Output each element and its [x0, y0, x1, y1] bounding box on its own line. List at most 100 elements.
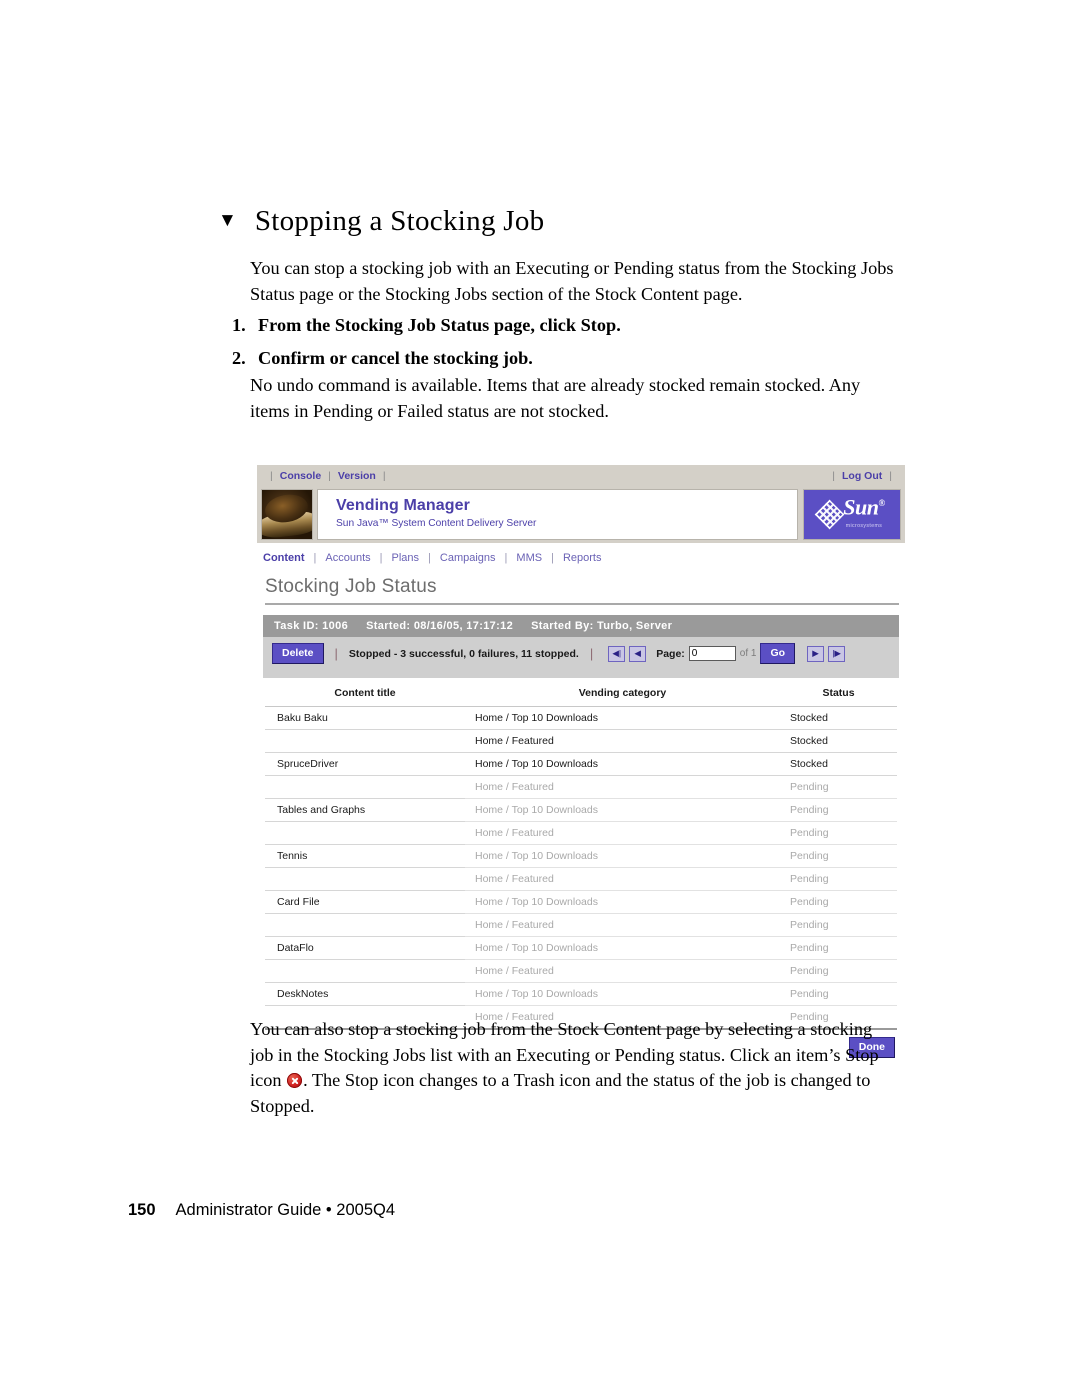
task-started-by: Started By: Turbo, Server — [531, 620, 673, 632]
cell-vending-category: Home / Top 10 Downloads — [465, 890, 780, 914]
table-row[interactable]: Home / Featured Stocked — [265, 729, 897, 753]
delete-button[interactable]: Delete — [272, 643, 324, 664]
table-row[interactable]: Card File Home / Top 10 Downloads Pending — [265, 890, 897, 914]
cell-content-title: Tables and Graphs — [265, 798, 465, 822]
page-footer: 150 Administrator Guide • 2005Q4 — [128, 1201, 395, 1220]
table-row[interactable]: Home / Featured Pending — [265, 913, 897, 937]
cell-vending-category: Home / Top 10 Downloads — [465, 844, 780, 868]
nav-divider-3: | — [428, 551, 431, 564]
cell-status: Pending — [780, 982, 897, 1006]
cell-content-title — [265, 867, 465, 891]
stop-icon — [287, 1073, 303, 1088]
task-started: Started: 08/16/05, 17:17:12 — [366, 620, 514, 632]
version-link[interactable]: Version — [338, 470, 376, 482]
cell-content-title — [265, 729, 465, 753]
nav-item-campaigns[interactable]: Campaigns — [440, 552, 496, 564]
table-row[interactable]: DeskNotes Home / Top 10 Downloads Pending — [265, 982, 897, 1006]
step-2: 2. Confirm or cancel the stocking job. — [232, 346, 902, 371]
stocking-results-table: Content title Vending category Status Ba… — [265, 680, 897, 1030]
table-row[interactable]: Baku Baku Home / Top 10 Downloads Stocked — [265, 706, 897, 730]
step-1-number: 1. — [232, 315, 246, 335]
task-id-label: Task ID: 1006 — [274, 620, 349, 632]
first-page-icon: ◀| — [612, 648, 622, 659]
nav-item-mms[interactable]: MMS — [516, 552, 542, 564]
cell-vending-category: Home / Featured — [465, 913, 780, 937]
nav-item-plans[interactable]: Plans — [392, 552, 420, 564]
table-row[interactable]: Tennis Home / Top 10 Downloads Pending — [265, 844, 897, 868]
nav-divider-4: | — [504, 551, 508, 564]
table-header-row: Content title Vending category Status — [265, 680, 897, 707]
utility-divider-3: | — [832, 470, 836, 482]
sun-logo: Sun® microsystems — [803, 489, 901, 540]
cell-content-title: Card File — [265, 890, 465, 914]
cell-status: Pending — [780, 821, 897, 845]
pagination-controls: ◀| ◀ Page: of 1 Go ▶ |▶ — [608, 643, 846, 664]
results-table-wrapper: Content title Vending category Status Ba… — [265, 678, 897, 1030]
footer-text: Administrator Guide • 2005Q4 — [175, 1201, 396, 1219]
task-panel: Task ID: 1006 Started: 08/16/05, 17:17:1… — [263, 615, 899, 678]
utility-bar: | Console | Version | | Log Out | — [257, 465, 905, 487]
page-number-input[interactable] — [688, 646, 736, 661]
cell-status: Stocked — [780, 752, 897, 776]
cell-vending-category: Home / Featured — [465, 729, 780, 753]
toolbar-divider-1: | — [334, 646, 338, 661]
cell-status: Pending — [780, 867, 897, 891]
step-1: 1. From the Stocking Job Status page, cl… — [232, 313, 902, 338]
vending-photo-image — [261, 489, 313, 540]
nav-item-accounts[interactable]: Accounts — [325, 552, 370, 564]
column-header-content-title: Content title — [265, 680, 465, 707]
page-title: Stopping a Stocking Job — [254, 205, 545, 237]
cell-status: Pending — [780, 936, 897, 960]
nav-item-reports[interactable]: Reports — [563, 552, 602, 564]
step-2-text: Confirm or cancel the stocking job. — [258, 348, 533, 368]
footer-page-number: 150 — [128, 1201, 156, 1219]
table-row[interactable]: DataFlo Home / Top 10 Downloads Pending — [265, 936, 897, 960]
cell-status: Pending — [780, 959, 897, 983]
cell-vending-category: Home / Featured — [465, 959, 780, 983]
table-body: Baku Baku Home / Top 10 Downloads Stocked H… — [265, 706, 897, 1030]
console-link[interactable]: Console — [280, 470, 321, 482]
sun-diamond-icon — [814, 499, 845, 530]
step-1-text: From the Stocking Job Status page, click… — [258, 315, 621, 335]
previous-page-button[interactable]: ◀ — [629, 645, 647, 662]
toolbar-divider-2: | — [589, 646, 594, 661]
document-page: ▼ Stopping a Stocking Job You can stop a… — [0, 0, 1080, 1397]
cell-status: Pending — [780, 844, 897, 868]
cell-vending-category: Home / Top 10 Downloads — [465, 936, 780, 960]
app-banner: Vending Manager Sun Java™ System Content… — [257, 487, 905, 543]
first-page-button[interactable]: ◀| — [608, 645, 626, 662]
cell-content-title: Tennis — [265, 844, 465, 868]
nav-item-content[interactable]: Content — [263, 552, 305, 564]
cell-content-title: SpruceDriver — [265, 752, 465, 776]
column-header-vending-category: Vending category — [465, 680, 780, 707]
table-row[interactable]: SpruceDriver Home / Top 10 Downloads Stock… — [265, 752, 897, 776]
table-row[interactable]: Tables and Graphs Home / Top 10 Downloads… — [265, 798, 897, 822]
cell-vending-category: Home / Top 10 Downloads — [465, 982, 780, 1006]
table-row[interactable]: Home / Featured Pending — [265, 867, 897, 891]
cell-status: Pending — [780, 775, 897, 799]
nav-divider-2: | — [379, 551, 383, 564]
cell-content-title — [265, 775, 465, 799]
closing-paragraph: You can also stop a stocking job from th… — [250, 1017, 900, 1119]
last-page-button[interactable]: |▶ — [828, 645, 846, 662]
next-page-button[interactable]: ▶ — [807, 645, 825, 662]
sun-wordmark: Sun® microsystems — [843, 493, 885, 536]
log-out-link[interactable]: Log Out — [842, 470, 882, 482]
cell-content-title: DeskNotes — [265, 982, 465, 1006]
cell-vending-category: Home / Featured — [465, 775, 780, 799]
previous-page-icon: ◀ — [634, 648, 641, 659]
nav-divider-5: | — [551, 551, 554, 564]
cell-content-title: DataFlo — [265, 936, 465, 960]
table-row[interactable]: Home / Featured Pending — [265, 775, 897, 799]
cell-status: Stocked — [780, 729, 897, 753]
task-header: Task ID: 1006 Started: 08/16/05, 17:17:1… — [263, 615, 899, 637]
cell-vending-category: Home / Featured — [465, 821, 780, 845]
sun-microsystems-text: microsystems — [845, 523, 883, 530]
table-row[interactable]: Home / Featured Pending — [265, 959, 897, 983]
brand-title-box: Vending Manager Sun Java™ System Content… — [317, 489, 798, 540]
table-row[interactable]: Home / Featured Pending — [265, 821, 897, 845]
go-button[interactable]: Go — [760, 643, 796, 664]
app-product-line: Sun Java™ System Content Delivery Server — [336, 518, 537, 529]
utility-divider-start: | — [270, 470, 273, 482]
section-heading: ▼ Stopping a Stocking Job — [218, 205, 918, 238]
